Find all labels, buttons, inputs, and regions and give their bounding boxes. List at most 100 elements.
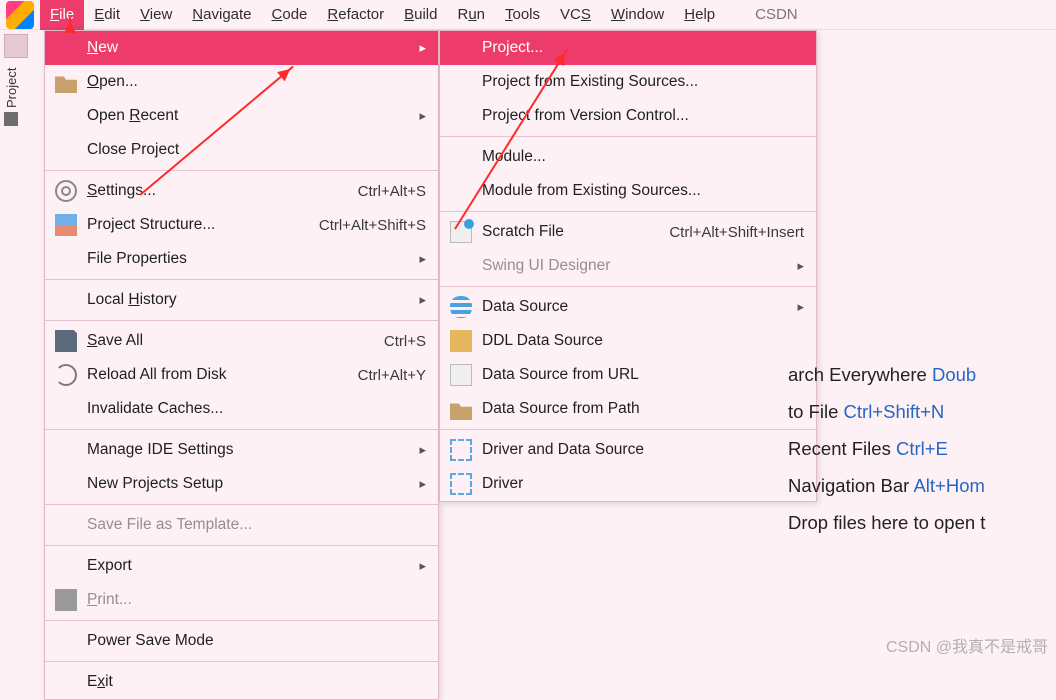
tool-window-button[interactable] (4, 34, 28, 58)
file-menu-item-reload-all-from-disk[interactable]: Reload All from Disk Ctrl+Alt+Y (45, 358, 438, 392)
new-menu-item-module[interactable]: Module... (440, 140, 816, 174)
menu-window[interactable]: Window (601, 0, 674, 30)
new-menu-item-driver-and-data-source[interactable]: Driver and Data Source (440, 433, 816, 467)
separator (45, 545, 438, 546)
file-menu-item-invalidate-caches[interactable]: Invalidate Caches... (45, 392, 438, 426)
hint-navigation-bar: Navigation Bar Alt+Hom (788, 467, 1056, 504)
shortcut: Ctrl+Alt+S (358, 183, 426, 200)
annotation-arrow (69, 17, 71, 27)
chevron-right-icon: ▸ (419, 476, 426, 492)
reload-icon (55, 364, 77, 386)
blank-icon (55, 289, 77, 311)
file-menu-item-exit[interactable]: Exit (45, 665, 438, 699)
menu-item-label: Power Save Mode (87, 632, 214, 650)
new-menu-item-module-from-existing-sources[interactable]: Module from Existing Sources... (440, 174, 816, 208)
file-menu-item-new[interactable]: New▸ (45, 31, 438, 65)
menu-refactor[interactable]: Refactor (317, 0, 394, 30)
file-menu-item-close-project[interactable]: Close Project (45, 133, 438, 167)
file-menu-item-project-structure[interactable]: Project Structure...Ctrl+Alt+Shift+S (45, 208, 438, 242)
separator (440, 136, 816, 137)
scratch-icon (450, 221, 472, 243)
file-menu-item-settings[interactable]: Settings...Ctrl+Alt+S (45, 174, 438, 208)
watermark: CSDN @我真不是戒哥 (886, 633, 1048, 657)
new-menu-item-data-source-from-path[interactable]: Data Source from Path (440, 392, 816, 426)
chevron-right-icon: ▸ (419, 108, 426, 124)
menu-navigate[interactable]: Navigate (182, 0, 261, 30)
blank-icon (450, 255, 472, 277)
project-tool-tab[interactable]: Project (4, 68, 19, 126)
file-menu-item-open[interactable]: Open... (45, 65, 438, 99)
shortcut: Ctrl+Alt+Y (358, 367, 426, 384)
hint-drop-files: Drop files here to open t (788, 504, 1056, 541)
file-menu-item-open-recent[interactable]: Open Recent▸ (45, 99, 438, 133)
menubar-trail: CSDN (755, 6, 798, 23)
new-menu-item-scratch-file[interactable]: Scratch FileCtrl+Alt+Shift+Insert (440, 215, 816, 249)
separator (45, 504, 438, 505)
print-icon (55, 589, 77, 611)
blank-icon (55, 555, 77, 577)
file-menu-item-new-projects-setup[interactable]: New Projects Setup▸ (45, 467, 438, 501)
blank-icon (55, 398, 77, 420)
separator (45, 170, 438, 171)
new-menu-item-ddl-data-source[interactable]: DDL Data Source (440, 324, 816, 358)
shortcut: Ctrl+S (384, 333, 426, 350)
chevron-right-icon: ▸ (419, 251, 426, 267)
menu-help[interactable]: Help (674, 0, 725, 30)
file-menu-item-save-file-as-template: Save File as Template... (45, 508, 438, 542)
blank-icon (450, 180, 472, 202)
separator (440, 429, 816, 430)
folder-icon (4, 112, 18, 126)
file-menu-item-save-all[interactable]: Save AllCtrl+S (45, 324, 438, 358)
shortcut: Ctrl+Alt+Shift+S (319, 217, 426, 234)
blank-icon (55, 630, 77, 652)
file-menu-item-power-save-mode[interactable]: Power Save Mode (45, 624, 438, 658)
menu-item-label: Scratch File (482, 223, 564, 241)
menu-item-label: Project from Version Control... (482, 107, 689, 125)
menu-file[interactable]: File (40, 0, 84, 30)
file-menu-item-export[interactable]: Export▸ (45, 549, 438, 583)
separator (45, 429, 438, 430)
menu-run[interactable]: Run (447, 0, 495, 30)
blank-icon (450, 37, 472, 59)
menu-vcs[interactable]: VCS (550, 0, 601, 30)
new-menu-item-data-source-from-url[interactable]: Data Source from URL (440, 358, 816, 392)
blank-icon (55, 473, 77, 495)
menubar: File Edit View Navigate Code Refactor Bu… (0, 0, 1056, 30)
hint-go-to-file: to File Ctrl+Shift+N (788, 393, 1056, 430)
new-menu-item-project-from-existing-sources[interactable]: Project from Existing Sources... (440, 65, 816, 99)
menu-item-label: Driver (482, 475, 523, 493)
new-menu-item-project-from-version-control[interactable]: Project from Version Control... (440, 99, 816, 133)
chevron-right-icon: ▸ (419, 292, 426, 308)
separator (440, 211, 816, 212)
new-menu-item-data-source[interactable]: Data Source▸ (440, 290, 816, 324)
file-menu-item-manage-ide-settings[interactable]: Manage IDE Settings▸ (45, 433, 438, 467)
blank-icon (55, 248, 77, 270)
driver-icon (450, 439, 472, 461)
menu-edit[interactable]: Edit (84, 0, 130, 30)
menu-item-label: Print... (87, 591, 132, 609)
save-icon (55, 330, 77, 352)
menu-build[interactable]: Build (394, 0, 447, 30)
menu-item-label: Swing UI Designer (482, 257, 610, 275)
blank-icon (450, 146, 472, 168)
struct-icon (55, 214, 77, 236)
menu-view[interactable]: View (130, 0, 182, 30)
file-menu-item-local-history[interactable]: Local History▸ (45, 283, 438, 317)
welcome-hints: arch Everywhere Doub to File Ctrl+Shift+… (788, 356, 1056, 541)
menu-item-label: Project... (482, 39, 543, 57)
driver-icon (450, 473, 472, 495)
menu-item-label: Open... (87, 73, 138, 91)
menu-tools[interactable]: Tools (495, 0, 550, 30)
blank-icon (450, 71, 472, 93)
menu-item-label: Reload All from Disk (87, 366, 227, 384)
file-menu-item-file-properties[interactable]: File Properties▸ (45, 242, 438, 276)
separator (45, 320, 438, 321)
menu-item-label: DDL Data Source (482, 332, 603, 350)
file-icon (450, 364, 472, 386)
new-menu-item-project[interactable]: Project... (440, 31, 816, 65)
new-menu-item-driver[interactable]: Driver (440, 467, 816, 501)
menu-code[interactable]: Code (262, 0, 318, 30)
blank-icon (450, 105, 472, 127)
menu-item-label: New (87, 39, 118, 57)
db-icon (450, 296, 472, 318)
